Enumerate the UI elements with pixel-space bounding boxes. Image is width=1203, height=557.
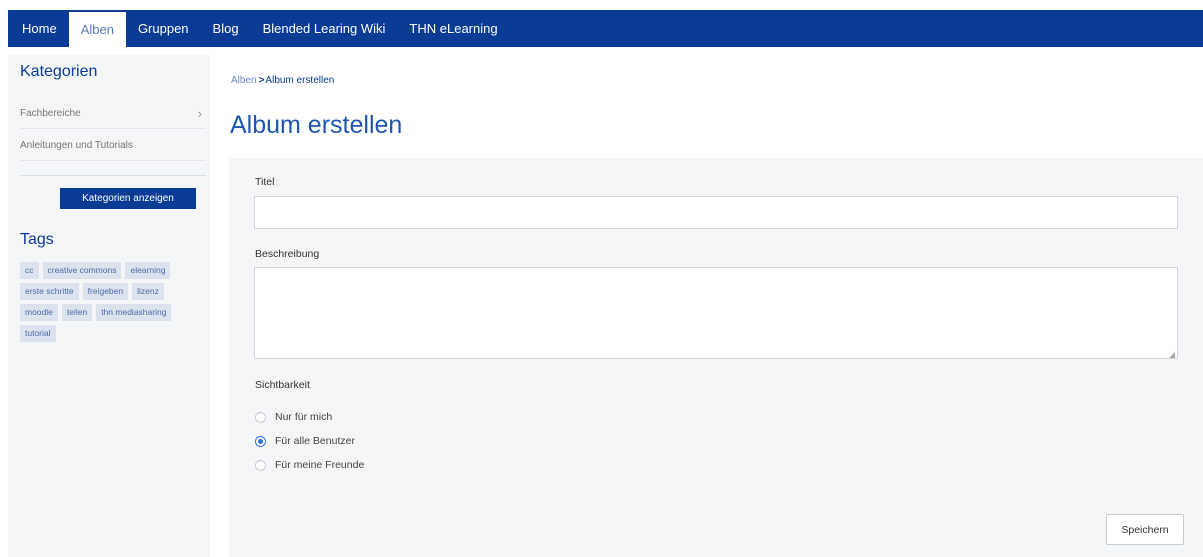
nav-blended-learning-wiki[interactable]: Blended Learing Wiki — [251, 10, 398, 47]
description-textarea[interactable] — [254, 267, 1178, 359]
sidebar: Kategorien Fachbereiche › Anleitungen un… — [8, 55, 210, 557]
save-button[interactable]: Speichern — [1106, 514, 1184, 545]
nav-alben[interactable]: Alben — [68, 12, 126, 47]
breadcrumb-separator: > — [258, 75, 265, 86]
main-navigation: Home Alben Gruppen Blog Blended Learing … — [8, 10, 1203, 47]
radio-button[interactable] — [255, 459, 266, 471]
radio-label: Für meine Freunde — [275, 459, 365, 471]
tag-item[interactable]: elearning — [125, 262, 171, 279]
breadcrumb-parent-link[interactable]: Alben — [231, 75, 257, 86]
breadcrumb-current: Album erstellen — [265, 75, 335, 86]
top-bar: Home Alben Gruppen Blog Blended Learing … — [0, 0, 1203, 48]
category-label: Fachbereiche — [20, 108, 81, 119]
visibility-option-all-users[interactable]: Für alle Benutzer — [255, 435, 355, 447]
category-label: Anleitungen und Tutorials — [20, 140, 133, 151]
tag-cloud: cc creative commons elearning erste schr… — [20, 262, 190, 342]
nav-blog[interactable]: Blog — [201, 10, 251, 47]
sidebar-divider — [20, 175, 206, 176]
nav-thn-elearning[interactable]: THN eLearning — [397, 10, 509, 47]
radio-label: Für alle Benutzer — [275, 435, 355, 447]
tag-item[interactable]: teilen — [61, 304, 93, 321]
category-item-anleitungen[interactable]: Anleitungen und Tutorials — [20, 131, 206, 161]
visibility-label: Sichtbarkeit — [255, 379, 310, 391]
title-label: Titel — [255, 176, 275, 188]
visibility-option-only-me[interactable]: Nur für mich — [255, 411, 332, 423]
tag-item[interactable]: lizenz — [132, 283, 164, 300]
page-title: Album erstellen — [230, 111, 403, 139]
tags-heading: Tags — [20, 231, 54, 248]
nav-gruppen[interactable]: Gruppen — [126, 10, 201, 47]
breadcrumb: Alben >Album erstellen — [231, 75, 334, 86]
radio-label: Nur für mich — [275, 411, 333, 423]
chevron-right-icon: › — [197, 106, 202, 121]
radio-button[interactable] — [255, 411, 266, 423]
resize-grip-icon[interactable]: ◢ — [1169, 350, 1175, 359]
tag-item[interactable]: thn mediasharing — [96, 304, 172, 321]
category-item-fachbereiche[interactable]: Fachbereiche › — [20, 99, 206, 129]
visibility-option-friends[interactable]: Für meine Freunde — [255, 459, 364, 471]
categories-heading: Kategorien — [20, 63, 98, 80]
tag-item[interactable]: moodle — [20, 304, 58, 321]
description-label: Beschreibung — [255, 248, 320, 260]
tag-item[interactable]: tutorial — [20, 325, 56, 342]
tag-item[interactable]: creative commons — [42, 262, 122, 279]
tag-item[interactable]: erste schritte — [20, 283, 79, 300]
radio-button[interactable] — [255, 435, 266, 447]
tag-item[interactable]: cc — [20, 262, 39, 279]
album-form: Titel Beschreibung ◢ Sichtbarkeit Nur fü… — [229, 158, 1203, 557]
nav-home[interactable]: Home — [8, 10, 69, 47]
main-content: Alben >Album erstellen Album erstellen Ti… — [210, 48, 1203, 557]
title-input[interactable] — [254, 196, 1178, 229]
tag-item[interactable]: freigeben — [82, 283, 129, 300]
show-categories-button[interactable]: Kategorien anzeigen — [60, 188, 196, 209]
